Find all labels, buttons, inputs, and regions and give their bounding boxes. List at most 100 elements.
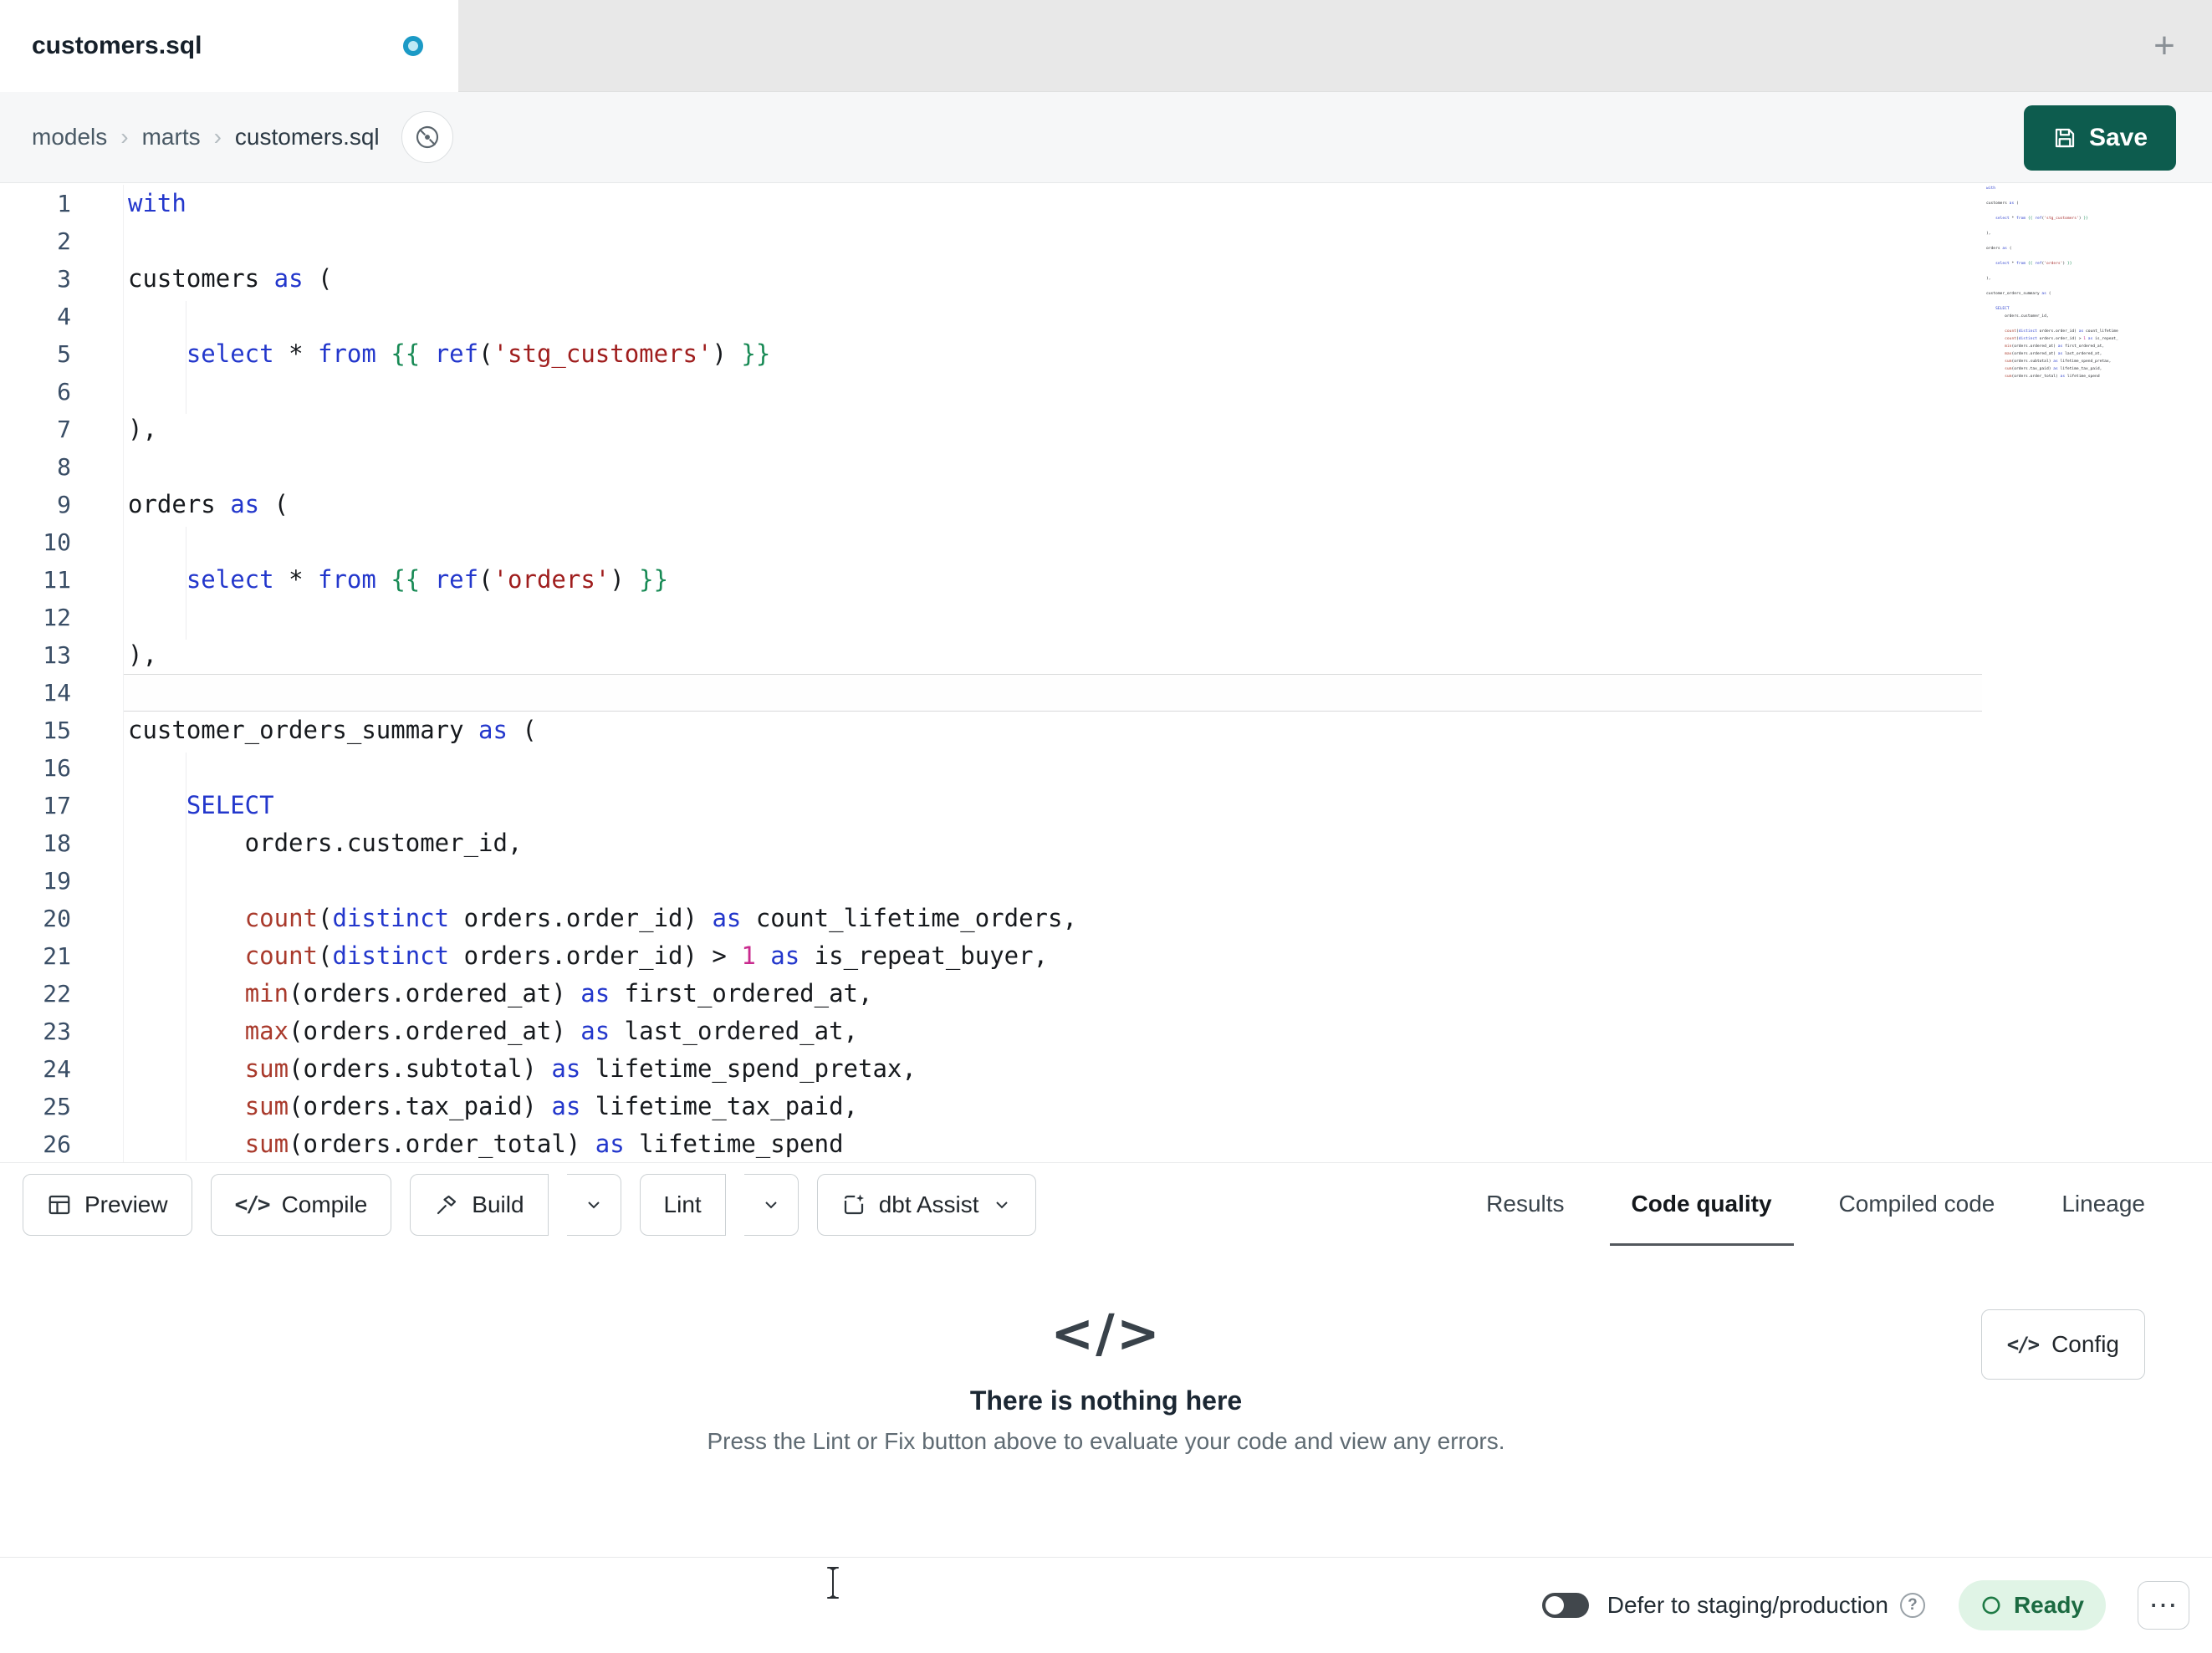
code-line[interactable]: SELECT <box>124 787 1982 824</box>
code-icon: </> <box>2006 1333 2040 1356</box>
code-line[interactable] <box>124 448 1982 486</box>
code-line[interactable]: sum(orders.subtotal) as lifetime_spend_p… <box>124 1050 1982 1088</box>
empty-state-title: There is nothing here <box>969 1385 1243 1416</box>
defer-toggle[interactable] <box>1541 1593 1589 1618</box>
code-line[interactable] <box>124 373 1982 411</box>
lint-button-label: Lint <box>663 1191 702 1217</box>
editor-code[interactable]: with customers as ( select * from {{ ref… <box>124 185 1982 1162</box>
code-line[interactable]: max(orders.ordered_at) as last_ordered_a… <box>124 1013 1982 1050</box>
code-editor[interactable]: 1 2 3 4 5 6 7 8 9 10 11 12 13 14 15 16 17 18 19 20 21 22 23 24 2… <box>0 183 2212 1162</box>
file-tab-title: customers.sql <box>32 32 202 59</box>
code-tag-icon: </> <box>1050 1303 1162 1364</box>
toggle-knob <box>1545 1596 1564 1615</box>
tab-lineage[interactable]: Lineage <box>2028 1163 2179 1246</box>
line-number: 5 <box>57 340 71 368</box>
code-line[interactable] <box>124 523 1982 561</box>
dbt-logo-button[interactable] <box>401 111 453 163</box>
chevron-down-icon <box>587 1201 600 1208</box>
result-panel-tabs: Results Code quality Compiled code Linea… <box>1453 1163 2212 1247</box>
code-line[interactable] <box>124 862 1982 900</box>
file-tab-customers-sql[interactable]: customers.sql <box>0 0 458 92</box>
code-line[interactable] <box>124 222 1982 260</box>
dbt-ide-window: customers.sql + models › marts › custome… <box>0 0 2212 1653</box>
build-button[interactable]: Build <box>410 1173 549 1236</box>
line-number: 18 <box>43 829 71 857</box>
line-number: 4 <box>57 303 71 330</box>
minimap-line <box>1986 268 2118 275</box>
code-line[interactable]: sum(orders.tax_paid) as lifetime_tax_pai… <box>124 1088 1982 1125</box>
minimap-line: sum(orders.tax_paid) as lifetime_tax_pai… <box>2005 367 2102 371</box>
lint-dropdown-button[interactable] <box>743 1173 799 1236</box>
minimap-line: count(distinct orders.order_id) > 1 as i… <box>2005 337 2118 341</box>
overflow-menu-button[interactable]: ⋯ <box>2138 1581 2189 1630</box>
question-mark: ? <box>1908 1596 1918 1614</box>
minimap-line <box>1986 320 2118 328</box>
code-line[interactable]: select * from {{ ref('stg_customers') }} <box>124 335 1982 373</box>
action-toolbar: Preview </> Compile Build Lint dbt Assis… <box>0 1162 2212 1247</box>
minimap-line <box>1986 237 2118 245</box>
line-number: 3 <box>57 265 71 293</box>
code-line[interactable] <box>124 749 1982 787</box>
minimap-line: select * from {{ ref('orders') }} <box>1995 262 2072 266</box>
code-line[interactable]: ), <box>124 411 1982 448</box>
save-button[interactable]: Save <box>2024 105 2176 171</box>
chevron-down-icon <box>995 1201 1008 1208</box>
code-line[interactable]: sum(orders.order_total) as lifetime_spen… <box>124 1125 1982 1162</box>
code-line[interactable] <box>124 298 1982 335</box>
code-line[interactable] <box>124 599 1982 636</box>
config-button[interactable]: </> Config <box>1980 1309 2145 1380</box>
minimap-line <box>1986 298 2118 305</box>
plus-icon: + <box>2153 25 2175 66</box>
code-line[interactable]: select * from {{ ref('orders') }} <box>124 561 1982 599</box>
minimap[interactable]: with customers as ( select * from {{ ref… <box>1986 185 2118 561</box>
hammer-icon <box>437 1195 457 1214</box>
defer-label: Defer to staging/production <box>1607 1592 1888 1618</box>
lint-button[interactable]: Lint <box>639 1173 726 1236</box>
line-number: 16 <box>43 754 71 782</box>
tab-code-quality[interactable]: Code quality <box>1598 1163 1806 1247</box>
code-line[interactable]: orders as ( <box>124 486 1982 523</box>
breadcrumb-bar: models › marts › customers.sql Save <box>0 92 2212 183</box>
code-line[interactable]: count(distinct orders.order_id) > 1 as i… <box>124 937 1982 975</box>
preview-button[interactable]: Preview <box>23 1173 192 1236</box>
unsaved-changes-dot-icon <box>403 36 423 56</box>
line-number: 20 <box>43 905 71 932</box>
lint-split-button: Lint <box>639 1173 799 1236</box>
minimap-line: count(distinct orders.order_id) as count… <box>2005 329 2118 334</box>
editor-gutter: 1 2 3 4 5 6 7 8 9 10 11 12 13 14 15 16 17 18 19 20 21 22 23 24 2… <box>0 185 124 1162</box>
compile-button[interactable]: </> Compile <box>210 1173 392 1236</box>
line-number: 1 <box>57 190 71 217</box>
breadcrumb-item-file[interactable]: customers.sql <box>235 124 380 151</box>
propeller-icon <box>416 125 438 149</box>
code-line[interactable]: customers as ( <box>124 260 1982 298</box>
breadcrumb-separator: › <box>213 124 222 150</box>
code-line[interactable] <box>124 674 1982 712</box>
ready-label: Ready <box>2013 1592 2084 1618</box>
code-line[interactable]: min(orders.ordered_at) as first_ordered_… <box>124 975 1982 1013</box>
new-tab-button[interactable]: + <box>2142 23 2187 69</box>
breadcrumb-item-models[interactable]: models <box>32 124 107 151</box>
help-icon[interactable]: ? <box>1899 1593 1925 1618</box>
code-line[interactable]: customer_orders_summary as ( <box>124 712 1982 749</box>
code-line[interactable]: count(distinct orders.order_id) as count… <box>124 900 1982 937</box>
compile-button-label: Compile <box>281 1191 368 1217</box>
dbt-assist-button[interactable]: dbt Assist <box>816 1173 1036 1236</box>
code-line[interactable]: orders.customer_id, <box>124 824 1982 862</box>
minimap-line <box>1986 222 2118 230</box>
line-number: 24 <box>43 1055 71 1083</box>
breadcrumb-separator: › <box>120 124 129 150</box>
code-quality-panel: </> There is nothing here Press the Lint… <box>0 1246 2212 1557</box>
minimap-line: max(orders.ordered_at) as last_ordered_a… <box>2005 352 2102 356</box>
breadcrumb-item-marts[interactable]: marts <box>142 124 201 151</box>
code-line[interactable]: with <box>124 185 1982 222</box>
status-bar: Defer to staging/production ? Ready ⋯ <box>0 1557 2212 1653</box>
code-line[interactable]: ), <box>124 636 1982 674</box>
code-icon: </> <box>234 1191 271 1217</box>
build-split-button: Build <box>410 1173 621 1236</box>
save-floppy-icon <box>2055 128 2075 148</box>
tab-compiled-code[interactable]: Compiled code <box>1806 1163 2029 1246</box>
minimap-line <box>1986 192 2118 200</box>
build-dropdown-button[interactable] <box>566 1173 621 1236</box>
line-number: 25 <box>43 1093 71 1120</box>
tab-results[interactable]: Results <box>1453 1163 1597 1246</box>
